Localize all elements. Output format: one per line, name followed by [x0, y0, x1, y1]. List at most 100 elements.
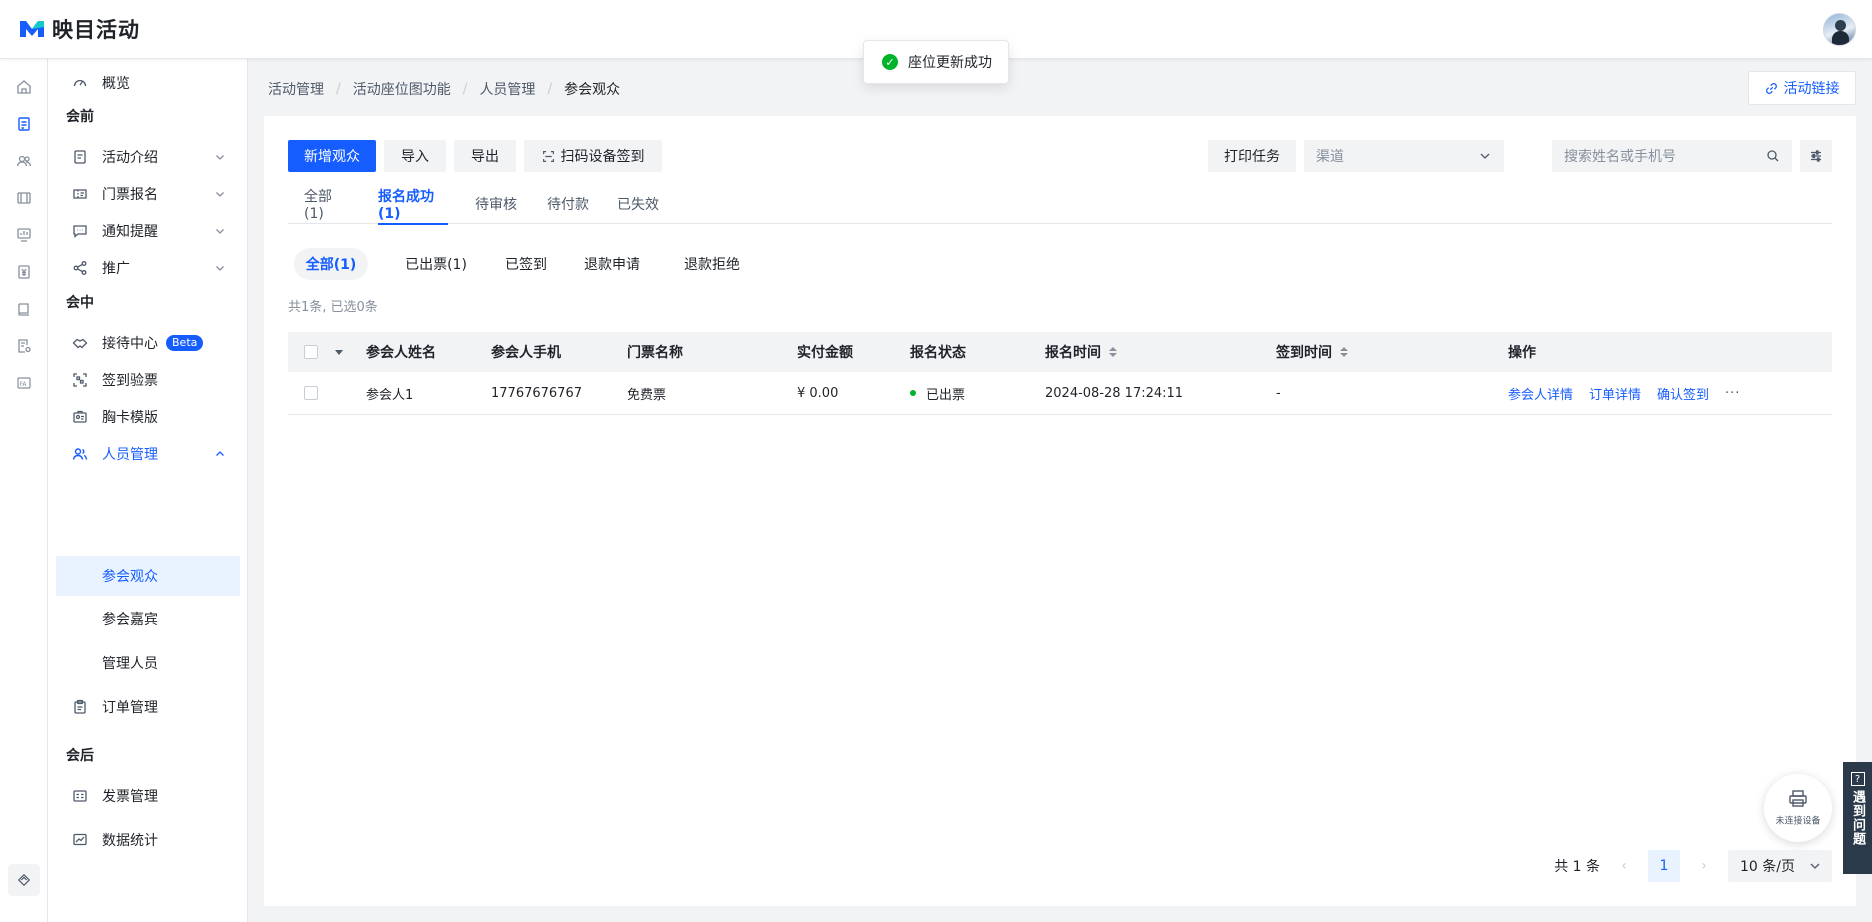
- col-checkin-time[interactable]: 签到时间: [1276, 332, 1348, 372]
- tab-expired[interactable]: 已失效: [616, 184, 660, 224]
- report-settings-icon[interactable]: [16, 338, 32, 354]
- subtab-all[interactable]: 全部(1): [294, 248, 368, 280]
- book-icon[interactable]: [16, 301, 32, 317]
- breadcrumb-item[interactable]: 活动座位图功能: [353, 79, 451, 99]
- chevron-left-icon[interactable]: ‹: [1616, 858, 1632, 874]
- beta-badge: Beta: [166, 335, 204, 351]
- status-dot: [910, 390, 916, 396]
- printer-icon: [1789, 789, 1807, 807]
- cell-name: 参会人1: [366, 387, 414, 403]
- scan-icon: [542, 150, 554, 162]
- fa-icon[interactable]: FA: [16, 375, 32, 391]
- add-audience-button[interactable]: 新增观众: [288, 140, 376, 172]
- col-amount: 实付金额: [797, 345, 853, 361]
- chevron-down-icon: [216, 192, 224, 197]
- film-icon[interactable]: [16, 190, 32, 206]
- document-icon: [72, 149, 88, 165]
- tab-registered[interactable]: 报名成功(1): [378, 184, 448, 225]
- search-input[interactable]: 搜索姓名或手机号: [1552, 140, 1792, 172]
- sidebar-item-label: 通知提醒: [102, 224, 158, 240]
- tab-pending-review[interactable]: 待审核: [474, 184, 518, 224]
- sidebar-item-overview[interactable]: 概览: [56, 63, 240, 103]
- search-icon[interactable]: [1766, 149, 1780, 163]
- sidebar-sub-admin[interactable]: 管理人员: [56, 643, 240, 683]
- sidebar-item-label: 推广: [102, 261, 130, 277]
- more-icon[interactable]: ···: [1725, 386, 1740, 401]
- diamond-icon[interactable]: [8, 864, 40, 896]
- sidebar-item-invoice[interactable]: 发票管理: [56, 776, 240, 816]
- column-settings-button[interactable]: [1800, 140, 1832, 172]
- page-size-select[interactable]: 10 条/页: [1728, 850, 1832, 882]
- sidebar-item-stats[interactable]: 数据统计: [56, 820, 240, 860]
- scan-checkin-button[interactable]: 扫码设备签到: [524, 140, 662, 172]
- sidebar-item-label: 发票管理: [102, 789, 158, 805]
- page-button[interactable]: 1: [1648, 850, 1680, 882]
- col-reg-time-label: 报名时间: [1045, 345, 1101, 361]
- cell-checkin-time: -: [1276, 385, 1281, 401]
- link-icon: [1765, 82, 1777, 94]
- printer-status-button[interactable]: 未连接设备: [1764, 774, 1832, 842]
- user-avatar[interactable]: [1823, 13, 1856, 46]
- cell-reg-time: 2024-08-28 17:24:11: [1045, 385, 1184, 401]
- col-reg-time[interactable]: 报名时间: [1045, 332, 1117, 372]
- sidebar-item-notify[interactable]: 通知提醒: [56, 211, 240, 251]
- subtab-refund-request[interactable]: 退款申请: [574, 248, 650, 280]
- success-toast: ✓ 座位更新成功: [863, 40, 1009, 84]
- help-tab[interactable]: ? 遇到问题: [1843, 762, 1872, 874]
- users-icon[interactable]: [16, 153, 32, 169]
- sort-icon[interactable]: [1340, 347, 1348, 357]
- tab-pending-payment[interactable]: 待付款: [546, 184, 590, 224]
- sidebar-item-label: 门票报名: [102, 187, 158, 203]
- cell-status: 已出票: [910, 372, 965, 414]
- sidebar-item-reception[interactable]: 接待中心 Beta: [56, 323, 240, 363]
- subtab-checked-in[interactable]: 已签到: [494, 248, 558, 280]
- home-icon[interactable]: [16, 79, 32, 95]
- breadcrumb-item[interactable]: 活动管理: [268, 79, 324, 99]
- sidebar-group-before: 会前: [66, 109, 94, 125]
- app-logo[interactable]: 映目活动: [18, 14, 140, 44]
- sidebar-item-checkin[interactable]: 签到验票: [56, 360, 240, 400]
- sidebar-sub-label: 参会观众: [102, 569, 158, 585]
- export-button[interactable]: 导出: [454, 140, 516, 172]
- sliders-icon: [1811, 150, 1821, 162]
- user-group-icon: [72, 446, 88, 462]
- sidebar-item-promote[interactable]: 推广: [56, 248, 240, 288]
- table-row: 参会人1 17767676767 免费票 ¥ 0.00 已出票 2024-08-…: [288, 372, 1832, 415]
- sidebar-item-label: 签到验票: [102, 373, 158, 389]
- attendee-detail-link[interactable]: 参会人详情: [1508, 384, 1573, 403]
- breadcrumb-item[interactable]: 人员管理: [479, 79, 535, 99]
- cell-amount: ¥ 0.00: [797, 385, 839, 401]
- chevron-right-icon[interactable]: ›: [1696, 858, 1712, 874]
- sidebar-sub-audience[interactable]: 参会观众: [56, 556, 240, 596]
- sort-icon[interactable]: [1109, 347, 1117, 357]
- sidebar-item-label: 数据统计: [102, 833, 158, 849]
- sidebar-sub-guest[interactable]: 参会嘉宾: [56, 599, 240, 639]
- activity-link-button[interactable]: 活动链接: [1748, 71, 1856, 105]
- sidebar-item-ticket[interactable]: 门票报名: [56, 174, 240, 214]
- app-name: 映目活动: [52, 18, 140, 42]
- confirm-checkin-link[interactable]: 确认签到: [1657, 384, 1709, 403]
- subtab-refund-rejected[interactable]: 退款拒绝: [674, 248, 750, 280]
- sidebar-item-order[interactable]: 订单管理: [56, 687, 240, 727]
- activity-list-icon[interactable]: [16, 116, 32, 132]
- tab-all[interactable]: 全部(1): [304, 184, 344, 224]
- order-detail-link[interactable]: 订单详情: [1589, 384, 1641, 403]
- subtab-issued[interactable]: 已出票(1): [390, 248, 482, 280]
- toast-message: 座位更新成功: [908, 55, 992, 71]
- sidebar-group-after: 会后: [66, 748, 94, 764]
- row-checkbox[interactable]: [304, 372, 318, 414]
- select-all-checkbox[interactable]: [304, 332, 318, 372]
- sidebar-item-badge[interactable]: 胸卡模版: [56, 397, 240, 437]
- select-dropdown-icon[interactable]: [334, 332, 344, 372]
- chevron-up-icon: [216, 451, 224, 456]
- sidebar-item-intro[interactable]: 活动介绍: [56, 137, 240, 177]
- dashboard-icon[interactable]: [16, 227, 32, 243]
- finance-icon[interactable]: [16, 264, 32, 280]
- channel-select[interactable]: 渠道: [1304, 140, 1504, 172]
- sidebar-item-people[interactable]: 人员管理: [56, 434, 240, 474]
- import-button[interactable]: 导入: [384, 140, 446, 172]
- col-ticket: 门票名称: [627, 345, 683, 361]
- print-task-button[interactable]: 打印任务: [1208, 140, 1296, 172]
- pagination-total: 共 1 条: [1554, 859, 1600, 875]
- qrcode-scan-icon: [72, 372, 88, 388]
